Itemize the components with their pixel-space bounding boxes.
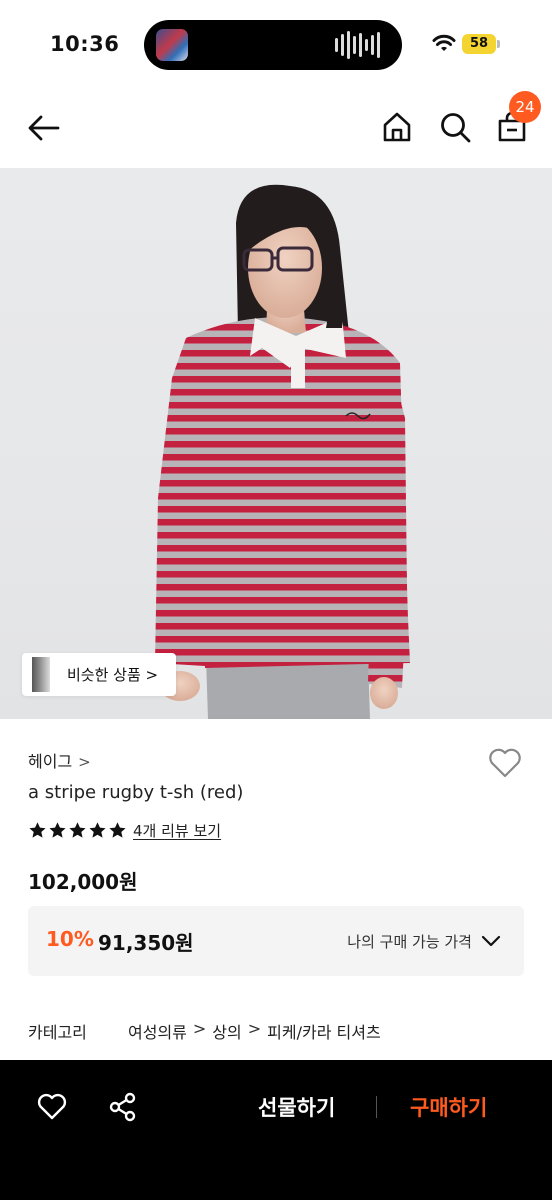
battery-indicator: 58 (462, 34, 496, 54)
buy-button[interactable]: 구매하기 (410, 1092, 487, 1122)
product-image[interactable]: 비슷한 상품 > (0, 168, 552, 719)
category-level-3[interactable]: 피케/카라 티셔츠 (267, 1019, 381, 1043)
discount-rate: 10% (46, 927, 94, 951)
my-price-label: 나의 구매 가능 가격 (347, 933, 472, 951)
brand-link[interactable]: 헤이그 > (28, 748, 91, 772)
status-bar: 10:36 58 (0, 0, 552, 88)
search-icon[interactable] (438, 110, 472, 144)
share-icon[interactable] (108, 1092, 138, 1122)
rating-row: 4개 리뷰 보기 (28, 819, 221, 841)
home-icon[interactable] (380, 110, 414, 144)
chevron-right-icon: > (192, 1019, 207, 1038)
battery-tip (497, 40, 500, 48)
category-level-1[interactable]: 여성의류 (128, 1019, 187, 1043)
sale-price: 91,350원 (98, 931, 194, 955)
category-row: 카테고리 여성의류 > 상의 > 피케/카라 티셔츠 (28, 1019, 381, 1043)
audio-waveform-icon (335, 31, 380, 59)
product-name: a stripe rugby t-sh (red) (28, 782, 244, 803)
star-icon (29, 821, 46, 838)
wifi-icon (432, 34, 456, 51)
brand-name: 헤이그 (28, 752, 73, 771)
similar-products-label: 비슷한 상품 > (67, 666, 159, 684)
top-nav (0, 88, 552, 168)
status-time: 10:36 (50, 32, 120, 56)
category-label: 카테고리 (28, 1023, 87, 1042)
similar-product-thumbnail (32, 657, 50, 692)
dynamic-island[interactable] (144, 20, 402, 70)
my-price-box[interactable]: 10% 91,350원 나의 구매 가능 가격 (28, 906, 524, 976)
gift-button[interactable]: 선물하기 (258, 1092, 335, 1122)
heart-icon[interactable] (36, 1091, 68, 1123)
product-photo (155, 184, 410, 719)
category-level-2[interactable]: 상의 (212, 1019, 241, 1043)
similar-products-button[interactable]: 비슷한 상품 > (22, 653, 176, 696)
back-arrow-icon[interactable] (26, 110, 62, 146)
star-icon (69, 821, 86, 838)
chevron-right-icon: > (78, 753, 91, 771)
chevron-right-icon: > (247, 1019, 262, 1038)
divider (376, 1096, 377, 1118)
star-icon (49, 821, 66, 838)
now-playing-thumbnail (156, 29, 188, 61)
review-link[interactable]: 4개 리뷰 보기 (133, 820, 221, 841)
original-price: 102,000원 (28, 870, 138, 894)
bottom-action-bar: 선물하기 구매하기 (0, 1060, 552, 1200)
heart-icon[interactable] (487, 745, 523, 781)
chevron-down-icon (481, 935, 501, 947)
rating-stars (28, 821, 127, 840)
star-icon (89, 821, 106, 838)
star-icon (109, 821, 126, 838)
cart-count-badge: 24 (509, 91, 541, 123)
